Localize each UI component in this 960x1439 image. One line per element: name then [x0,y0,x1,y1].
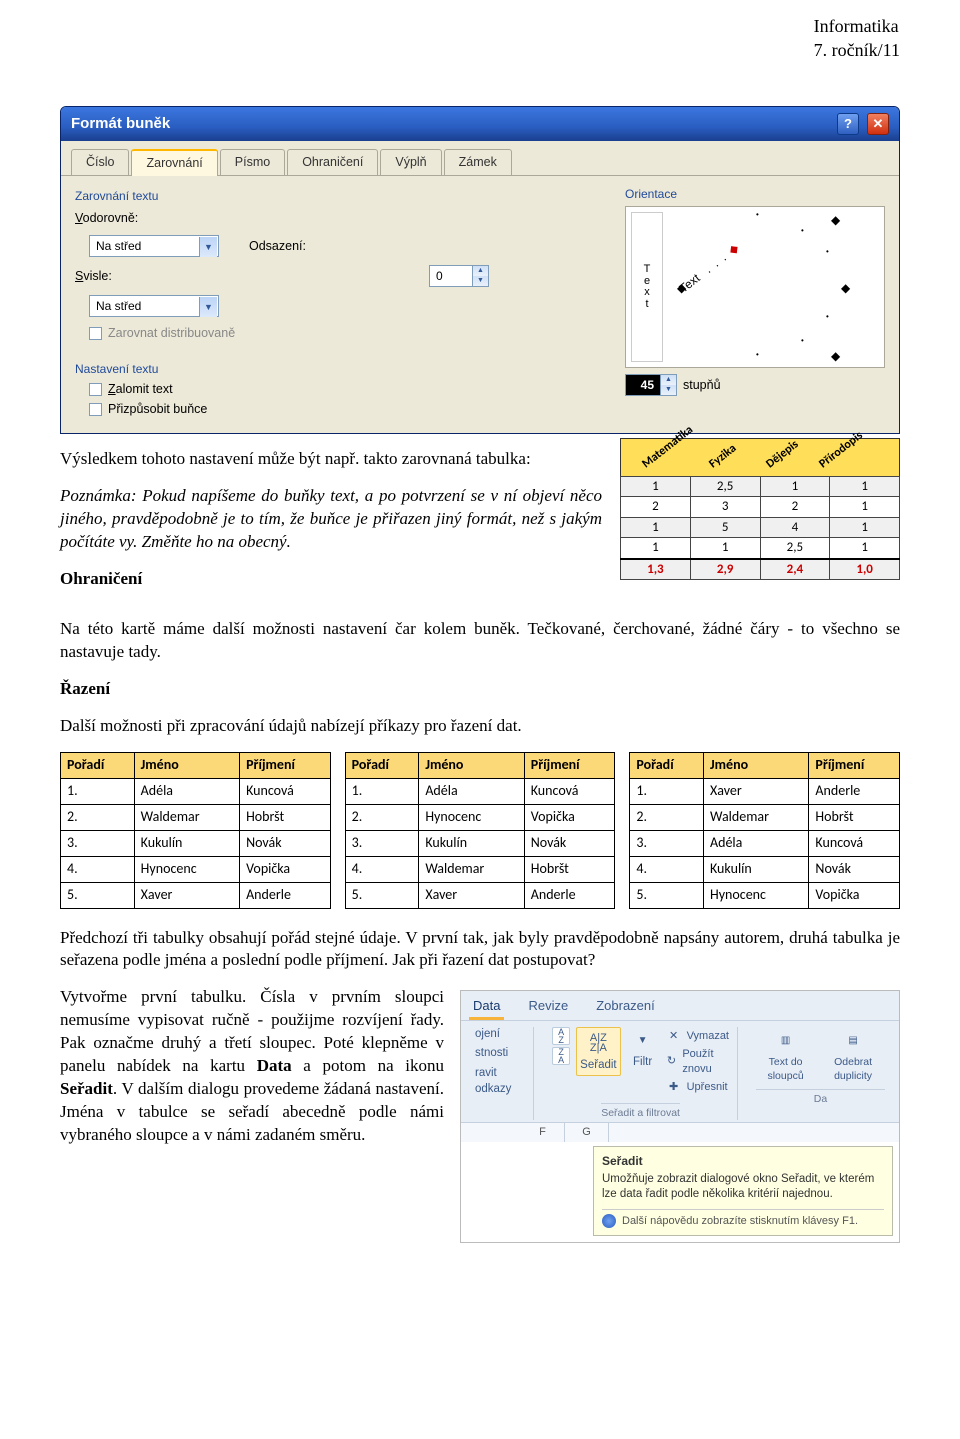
reapply-icon: ↻ [665,1053,679,1071]
shrink-label: Přizpůsobit buňce [108,401,207,418]
distrib-checkbox[interactable] [89,327,102,340]
header-line2: 7. ročník/11 [814,38,900,62]
orient-dial-label: Text . . . ◆ [676,240,742,297]
ribbon-tab-data[interactable]: Data [469,995,504,1020]
spin-down-icon[interactable]: ▼ [661,385,676,395]
distrib-label: Zarovnat distribuovaně [108,325,235,342]
deg-unit: stupňů [683,377,721,394]
page-header: Informatika 7. ročník/11 [814,14,900,63]
clear-icon: ✕ [665,1027,683,1045]
tab-pismo[interactable]: Písmo [220,149,285,175]
spin-up-icon[interactable]: ▲ [473,266,488,276]
filter-label: Filtr [633,1055,652,1071]
col-G[interactable]: G [565,1123,609,1142]
tooltip-foot: Další nápovědu zobrazíte stisknutím kláv… [622,1214,858,1229]
spin-up-icon[interactable]: ▲ [661,375,676,385]
dialog-title: Formát buněk [71,114,170,134]
ribbon-trunc-2[interactable]: stnosti [475,1046,525,1062]
ribbon-tabs: Data Revize Zobrazení [461,991,899,1021]
help-button[interactable]: ? [837,113,859,135]
vert-combo[interactable]: Na střed ▼ [89,295,219,317]
chevron-down-icon: ▼ [199,297,217,317]
clear-button[interactable]: ✕Vymazat [665,1027,729,1045]
wrap-label: Zalomit text [108,381,173,398]
grades-figure: Matematika Fyzika Dějepis Přírodopis 12,… [620,438,900,581]
group-orient-title: Orientace [625,186,885,202]
text-to-columns-button[interactable]: ▥ Text do sloupců [756,1027,815,1083]
tab-zamek[interactable]: Zámek [444,149,512,175]
shrink-checkbox[interactable] [89,403,102,416]
grades-header: Matematika Fyzika Dějepis Přírodopis [620,438,900,476]
tab-ohraniceni[interactable]: Ohraničení [287,149,378,175]
names-tables-row: PořadíJménoPříjmení 1.AdélaKuncová 2.Wal… [60,752,900,908]
deg-spinner[interactable]: ▲▼ [625,374,677,396]
sort-desc-icon[interactable]: ZA [552,1047,570,1065]
note-text: Pokud napíšeme do buňky text, a po potvr… [60,486,602,551]
indent-value[interactable] [430,266,472,286]
grades-table: 12,511 2321 1541 112,51 1,32,92,41,0 [620,476,900,581]
wrap-checkbox[interactable] [89,383,102,396]
text-to-columns-icon: ▥ [770,1027,802,1055]
filter-icon: ▼ [627,1027,659,1055]
filter-button[interactable]: ▼ Filtr [627,1027,659,1071]
ribbon-tab-zobrazeni[interactable]: Zobrazení [592,995,659,1020]
horiz-combo[interactable]: Na střed ▼ [89,235,219,257]
ribbon-group-label-2: Da [756,1089,885,1106]
group-align-title: Zarovnání textu [75,188,589,204]
ribbon-figure: Data Revize Zobrazení ojení stnosti ravi… [460,990,900,1242]
subject-pri: Přírodopis [816,427,866,471]
para-ohraniceni: Na této kartě máme další možnosti nastav… [60,618,900,664]
dialog-tabs: Číslo Zarovnání Písmo Ohraničení Výplň Z… [61,141,899,176]
reapply-button[interactable]: ↻Použít znovu [665,1047,729,1077]
group-textctl-title: Nastavení textu [75,361,589,377]
sort-tooltip: Seřadit Umožňuje zobrazit dialogové okno… [593,1146,893,1236]
tab-zarovnani[interactable]: Zarovnání [131,149,217,176]
tab-vypln[interactable]: Výplň [380,149,441,175]
orient-dial[interactable]: ◆ Text . . . ◆ ◆ ◆ ◆ • • • • • • [671,212,879,362]
horiz-value: Na střed [96,238,141,254]
ribbon-group-label: Seřadit a filtrovat [601,1103,680,1120]
spin-down-icon[interactable]: ▼ [473,276,488,286]
vert-value: Na střed [96,298,141,314]
ribbon-tab-revize[interactable]: Revize [524,995,572,1020]
deg-value[interactable] [626,375,660,395]
para-razeni-intro: Další možnosti při zpracování údajů nabí… [60,715,900,738]
advanced-icon: ✚ [665,1079,683,1097]
vert-label: Svisle: [75,268,153,285]
info-icon [602,1214,616,1228]
tab-cislo[interactable]: Číslo [71,149,129,175]
names-table-1: PořadíJménoPříjmení 1.AdélaKuncová 2.Wal… [60,752,331,908]
names-table-2: PořadíJménoPříjmení 1.AdélaKuncová 2.Hyn… [345,752,616,908]
horiz-label: Vodorovně: [75,210,153,227]
note-label: Poznámka: [60,486,136,505]
remove-duplicates-icon: ▤ [837,1027,869,1055]
subject-fyz: Fyzika [706,440,740,471]
ribbon-trunc-1[interactable]: ojení [475,1027,525,1043]
sort-asc-icon[interactable]: AZ [552,1027,570,1045]
tooltip-body: Umožňuje zobrazit dialogové okno Seřadit… [602,1172,884,1203]
subject-dej: Dějepis [763,436,802,471]
indent-label: Odsazení: [249,238,306,255]
tooltip-title: Seřadit [602,1153,884,1169]
header-line1: Informatika [814,14,900,38]
orient-box: Text ◆ Text . . . ◆ ◆ ◆ ◆ • • • • • • [625,206,885,368]
orient-vertical-text[interactable]: Text [631,212,663,362]
sheet-column-headers: F G [461,1122,899,1142]
chevron-down-icon: ▼ [199,237,217,257]
sort-label: Seřadit [580,1058,616,1074]
remove-duplicates-button[interactable]: ▤ Odebrat duplicity [821,1027,885,1083]
close-button[interactable]: ✕ [867,113,889,135]
sort-big-icon: A|ZZ|A [582,1030,614,1058]
sort-button[interactable]: A|ZZ|A Seřadit [576,1027,620,1077]
advanced-button[interactable]: ✚Upřesnit [665,1079,729,1097]
heading-razeni: Řazení [60,678,900,701]
names-table-3: PořadíJménoPříjmení 1.XaverAnderle 2.Wal… [629,752,900,908]
indent-spinner[interactable]: ▲▼ [429,265,489,287]
dialog-titlebar[interactable]: Formát buněk ? ✕ [61,107,899,141]
format-cells-dialog: Formát buněk ? ✕ Číslo Zarovnání Písmo O… [60,106,900,434]
col-F[interactable]: F [521,1123,565,1142]
ribbon-trunc-3[interactable]: ravit odkazy [475,1066,525,1097]
para-after-tables: Předchozí tři tabulky obsahují pořád ste… [60,927,900,973]
